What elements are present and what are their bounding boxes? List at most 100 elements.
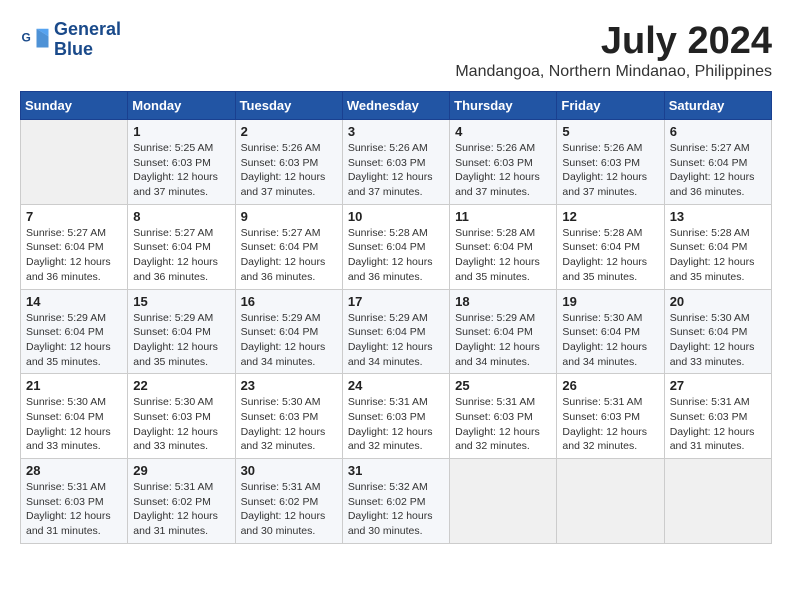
calendar-week-5: 28Sunrise: 5:31 AM Sunset: 6:03 PM Dayli… [21,459,772,544]
logo-line1: General [54,20,121,40]
logo-text: General Blue [54,20,121,60]
day-info: Sunrise: 5:29 AM Sunset: 6:04 PM Dayligh… [455,311,551,370]
title-section: July 2024 Mandangoa, Northern Mindanao, … [455,20,772,81]
day-info: Sunrise: 5:26 AM Sunset: 6:03 PM Dayligh… [348,141,444,200]
day-info: Sunrise: 5:32 AM Sunset: 6:02 PM Dayligh… [348,480,444,539]
calendar-week-4: 21 Sunrise: 5:30 AM Sunset: 6:04 PM Dayli… [21,374,772,459]
day-info: Sunrise: 5:28 AM Sunset: 6:04 PM Dayligh… [670,226,766,285]
calendar-cell: 30 Sunrise: 5:31 AM Sunset: 6:02 PM Dayli… [235,459,342,544]
calendar-cell: 29 Sunrise: 5:31 AM Sunset: 6:02 PM Dayli… [128,459,235,544]
calendar-cell: 9 Sunrise: 5:27 AM Sunset: 6:04 PM Daylig… [235,204,342,289]
calendar-cell: 23 Sunrise: 5:30 AM Sunset: 6:03 PM Dayli… [235,374,342,459]
calendar-cell: 15Sunrise: 5:29 AM Sunset: 6:04 PM Dayli… [128,289,235,374]
calendar-cell: 26 Sunrise: 5:31 AM Sunset: 6:03 PM Dayli… [557,374,664,459]
day-number: 5 [562,124,658,139]
calendar-cell: 2 Sunrise: 5:26 AM Sunset: 6:03 PM Daylig… [235,120,342,205]
day-number: 13 [670,209,766,224]
calendar-header: SundayMondayTuesdayWednesdayThursdayFrid… [21,92,772,120]
day-info: Sunrise: 5:31 AM Sunset: 6:03 PM Dayligh… [562,395,658,454]
logo-icon: G [20,25,50,55]
calendar-cell: 22Sunrise: 5:30 AM Sunset: 6:03 PM Dayli… [128,374,235,459]
day-number: 20 [670,294,766,309]
day-number: 28 [26,463,122,478]
calendar-cell [21,120,128,205]
day-info: Sunrise: 5:30 AM Sunset: 6:04 PM Dayligh… [670,311,766,370]
day-number: 18 [455,294,551,309]
calendar-cell [664,459,771,544]
day-info: Sunrise: 5:30 AM Sunset: 6:04 PM Dayligh… [562,311,658,370]
header-cell-saturday: Saturday [664,92,771,120]
day-info: Sunrise: 5:27 AM Sunset: 6:04 PM Dayligh… [133,226,229,285]
calendar-cell: 11Sunrise: 5:28 AM Sunset: 6:04 PM Dayli… [450,204,557,289]
day-info: Sunrise: 5:31 AM Sunset: 6:02 PM Dayligh… [241,480,337,539]
calendar-week-2: 7 Sunrise: 5:27 AM Sunset: 6:04 PM Daylig… [21,204,772,289]
calendar-cell: 21 Sunrise: 5:30 AM Sunset: 6:04 PM Dayli… [21,374,128,459]
day-info: Sunrise: 5:28 AM Sunset: 6:04 PM Dayligh… [348,226,444,285]
month-year-title: July 2024 [455,20,772,63]
day-number: 31 [348,463,444,478]
page-header: G General Blue July 2024 Mandangoa, Nort… [20,20,772,81]
day-info: Sunrise: 5:29 AM Sunset: 6:04 PM Dayligh… [133,311,229,370]
calendar-table: SundayMondayTuesdayWednesdayThursdayFrid… [20,91,772,544]
day-number: 8 [133,209,229,224]
day-number: 9 [241,209,337,224]
calendar-cell: 7 Sunrise: 5:27 AM Sunset: 6:04 PM Daylig… [21,204,128,289]
day-info: Sunrise: 5:30 AM Sunset: 6:03 PM Dayligh… [241,395,337,454]
day-info: Sunrise: 5:31 AM Sunset: 6:02 PM Dayligh… [133,480,229,539]
calendar-week-3: 14 Sunrise: 5:29 AM Sunset: 6:04 PM Dayli… [21,289,772,374]
day-number: 17 [348,294,444,309]
day-number: 16 [241,294,337,309]
day-info: Sunrise: 5:27 AM Sunset: 6:04 PM Dayligh… [241,226,337,285]
day-number: 24 [348,378,444,393]
day-number: 23 [241,378,337,393]
calendar-cell: 13 Sunrise: 5:28 AM Sunset: 6:04 PM Dayli… [664,204,771,289]
calendar-cell: 24Sunrise: 5:31 AM Sunset: 6:03 PM Dayli… [342,374,449,459]
calendar-cell: 27 Sunrise: 5:31 AM Sunset: 6:03 PM Dayli… [664,374,771,459]
day-number: 7 [26,209,122,224]
day-number: 29 [133,463,229,478]
day-number: 21 [26,378,122,393]
header-row: SundayMondayTuesdayWednesdayThursdayFrid… [21,92,772,120]
logo-line2: Blue [54,40,121,60]
day-info: Sunrise: 5:26 AM Sunset: 6:03 PM Dayligh… [562,141,658,200]
header-cell-sunday: Sunday [21,92,128,120]
day-number: 26 [562,378,658,393]
day-info: Sunrise: 5:26 AM Sunset: 6:03 PM Dayligh… [241,141,337,200]
calendar-cell: 19Sunrise: 5:30 AM Sunset: 6:04 PM Dayli… [557,289,664,374]
svg-text:G: G [22,30,31,44]
header-cell-tuesday: Tuesday [235,92,342,120]
day-info: Sunrise: 5:27 AM Sunset: 6:04 PM Dayligh… [26,226,122,285]
calendar-cell [557,459,664,544]
header-cell-wednesday: Wednesday [342,92,449,120]
calendar-cell: 8 Sunrise: 5:27 AM Sunset: 6:04 PM Daylig… [128,204,235,289]
day-info: Sunrise: 5:25 AM Sunset: 6:03 PM Dayligh… [133,141,229,200]
calendar-cell: 31 Sunrise: 5:32 AM Sunset: 6:02 PM Dayli… [342,459,449,544]
calendar-week-1: 1Sunrise: 5:25 AM Sunset: 6:03 PM Daylig… [21,120,772,205]
calendar-cell: 4Sunrise: 5:26 AM Sunset: 6:03 PM Daylig… [450,120,557,205]
day-number: 11 [455,209,551,224]
day-number: 6 [670,124,766,139]
calendar-cell: 14 Sunrise: 5:29 AM Sunset: 6:04 PM Dayli… [21,289,128,374]
day-info: Sunrise: 5:31 AM Sunset: 6:03 PM Dayligh… [455,395,551,454]
day-number: 25 [455,378,551,393]
day-info: Sunrise: 5:29 AM Sunset: 6:04 PM Dayligh… [26,311,122,370]
day-info: Sunrise: 5:31 AM Sunset: 6:03 PM Dayligh… [670,395,766,454]
day-info: Sunrise: 5:29 AM Sunset: 6:04 PM Dayligh… [241,311,337,370]
calendar-cell: 28Sunrise: 5:31 AM Sunset: 6:03 PM Dayli… [21,459,128,544]
calendar-cell: 18 Sunrise: 5:29 AM Sunset: 6:04 PM Dayli… [450,289,557,374]
header-cell-monday: Monday [128,92,235,120]
day-number: 14 [26,294,122,309]
day-number: 22 [133,378,229,393]
day-info: Sunrise: 5:29 AM Sunset: 6:04 PM Dayligh… [348,311,444,370]
location-subtitle: Mandangoa, Northern Mindanao, Philippine… [455,63,772,81]
day-number: 27 [670,378,766,393]
day-number: 30 [241,463,337,478]
day-number: 3 [348,124,444,139]
calendar-body: 1Sunrise: 5:25 AM Sunset: 6:03 PM Daylig… [21,120,772,544]
day-info: Sunrise: 5:26 AM Sunset: 6:03 PM Dayligh… [455,141,551,200]
calendar-cell: 20 Sunrise: 5:30 AM Sunset: 6:04 PM Dayli… [664,289,771,374]
calendar-cell: 16 Sunrise: 5:29 AM Sunset: 6:04 PM Dayli… [235,289,342,374]
day-info: Sunrise: 5:30 AM Sunset: 6:04 PM Dayligh… [26,395,122,454]
day-number: 2 [241,124,337,139]
calendar-cell: 10Sunrise: 5:28 AM Sunset: 6:04 PM Dayli… [342,204,449,289]
